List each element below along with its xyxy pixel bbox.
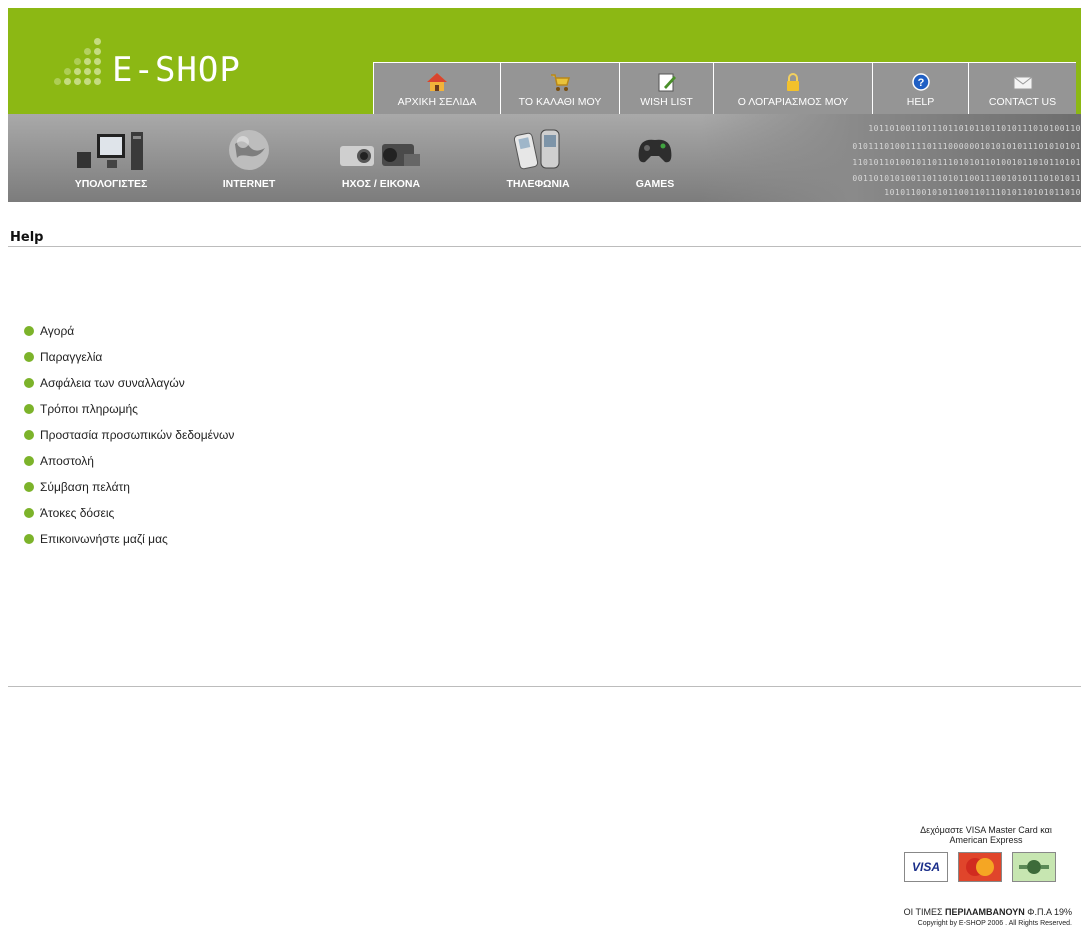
- category-internet[interactable]: INTERNET: [204, 114, 294, 202]
- help-topic-label: Τρόποι πληρωμής: [40, 402, 138, 416]
- computer-icon: [77, 132, 143, 170]
- nav-cart-label: ΤΟ ΚΑΛΑΘΙ ΜΟΥ: [518, 96, 602, 108]
- nav-help-label: HELP: [906, 96, 935, 108]
- category-bar: 1011010011011101101011011010111010100110…: [8, 114, 1081, 202]
- help-topic-item[interactable]: Αποστολή: [24, 448, 234, 474]
- category-telephony[interactable]: ΤΗΛΕΦΩΝΙΑ: [488, 114, 588, 202]
- nav-home[interactable]: ΑΡΧΙΚΗ ΣΕΛΙΔΑ: [373, 62, 500, 114]
- phone-icon: [513, 129, 560, 170]
- camera-icon: [340, 144, 420, 166]
- bullet-icon: [24, 352, 34, 362]
- help-topic-label: Ασφάλεια των συναλλαγών: [40, 376, 185, 390]
- help-icon: ?: [911, 73, 930, 91]
- payment-line-2: American Express: [949, 835, 1023, 845]
- envelope-icon: [1013, 76, 1032, 90]
- category-sound-image-label: ΗΧΟΣ / ΕΙΚΟΝΑ: [341, 178, 421, 190]
- help-topic-label: Αποστολή: [40, 454, 94, 468]
- nav-wishlist[interactable]: WISH LIST: [619, 62, 713, 114]
- help-topic-label: Άτοκες δόσεις: [40, 506, 115, 520]
- home-icon: [427, 73, 447, 91]
- nav-wishlist-label: WISH LIST: [640, 96, 693, 108]
- bullet-icon: [24, 326, 34, 336]
- help-topic-item[interactable]: Σύμβαση πελάτη: [24, 474, 234, 500]
- logo-dots-icon: [52, 36, 112, 106]
- help-topic-item[interactable]: Παραγγελία: [24, 344, 234, 370]
- american-express-icon: [1012, 852, 1056, 882]
- help-topics-list: Αγορά Παραγγελία Ασφάλεια των συναλλαγών…: [24, 318, 234, 552]
- nav-contact-label: CONTACT US: [988, 96, 1057, 108]
- gamepad-icon: [638, 139, 672, 163]
- globe-icon: [229, 130, 269, 170]
- binary-keyboard-graphic: 1011010011011101101011011010111010100110…: [701, 114, 1081, 202]
- category-internet-label: INTERNET: [222, 178, 276, 190]
- vat-notice-bold: ΠΕΡΙΛΑΜΒΑΝΟΥΝ: [945, 907, 1025, 917]
- nav-cart[interactable]: ΤΟ ΚΑΛΑΘΙ ΜΟΥ: [500, 62, 619, 114]
- copyright-text: Copyright by E-SHOP 2006 . All Rights Re…: [917, 920, 1072, 927]
- payment-line-1: Δεχόμαστε VISA Master Card και: [920, 825, 1052, 835]
- visa-card-icon: VISA: [904, 852, 948, 882]
- page-title: Help: [10, 230, 44, 245]
- content-divider: [8, 686, 1081, 687]
- vat-notice-suffix: Φ.Π.Α 19%: [1024, 907, 1072, 917]
- bullet-icon: [24, 430, 34, 440]
- nav-account[interactable]: Ο ΛΟΓΑΡΙΑΣΜΟΣ ΜΟΥ: [713, 62, 872, 114]
- bullet-icon: [24, 456, 34, 466]
- nav-help[interactable]: ? HELP: [872, 62, 968, 114]
- category-games[interactable]: GAMES: [620, 114, 690, 202]
- vat-notice: ΟΙ ΤΙΜΕΣ ΠΕΡΙΛΑΜΒΑΝΟΥΝ Φ.Π.Α 19%: [904, 907, 1072, 917]
- category-games-label: GAMES: [635, 178, 675, 190]
- category-computers-label: ΥΠΟΛΟΓΙΣΤΕΣ: [74, 178, 148, 190]
- help-topic-label: Σύμβαση πελάτη: [40, 480, 130, 494]
- category-computers[interactable]: ΥΠΟΛΟΓΙΣΤΕΣ: [56, 114, 166, 202]
- amex-logo-icon: [1013, 853, 1055, 881]
- help-topic-label: Επικοινωνήστε μαζί μας: [40, 532, 168, 546]
- vat-notice-prefix: ΟΙ ΤΙΜΕΣ: [903, 907, 946, 917]
- bullet-icon: [24, 534, 34, 544]
- payment-cards: VISA: [904, 852, 1056, 882]
- pencil-note-icon: [658, 73, 676, 92]
- lock-icon: [787, 73, 799, 91]
- top-navigation: ΑΡΧΙΚΗ ΣΕΛΙΔΑ ΤΟ ΚΑΛΑΘΙ ΜΟΥ WISH LIST Ο …: [373, 62, 1076, 114]
- bullet-icon: [24, 378, 34, 388]
- help-topic-item[interactable]: Ασφάλεια των συναλλαγών: [24, 370, 234, 396]
- nav-home-label: ΑΡΧΙΚΗ ΣΕΛΙΔΑ: [397, 96, 477, 108]
- bullet-icon: [24, 482, 34, 492]
- mastercard-icon: [958, 852, 1002, 882]
- help-topic-item[interactable]: Προστασία προσωπικών δεδομένων: [24, 422, 234, 448]
- svg-text:?: ?: [917, 77, 924, 89]
- header-bar: E-SHOP ΑΡΧΙΚΗ ΣΕΛΙΔΑ ΤΟ ΚΑΛΑΘΙ ΜΟΥ WISH …: [8, 8, 1081, 114]
- cart-icon: [551, 74, 570, 91]
- site-logo[interactable]: E-SHOP: [52, 36, 282, 106]
- help-topic-label: Παραγγελία: [40, 350, 103, 364]
- nav-contact[interactable]: CONTACT US: [968, 62, 1076, 114]
- mastercard-logo-icon: [959, 853, 1001, 881]
- title-divider: [8, 246, 1081, 247]
- category-telephony-label: ΤΗΛΕΦΩΝΙΑ: [506, 178, 570, 190]
- help-topic-label: Προστασία προσωπικών δεδομένων: [40, 428, 235, 442]
- help-topic-item[interactable]: Αγορά: [24, 318, 234, 344]
- payment-info: Δεχόμαστε VISA Master Card και American …: [896, 825, 1076, 845]
- bullet-icon: [24, 508, 34, 518]
- help-topic-item[interactable]: Άτοκες δόσεις: [24, 500, 234, 526]
- help-topic-label: Αγορά: [40, 324, 75, 338]
- bullet-icon: [24, 404, 34, 414]
- help-topic-item[interactable]: Τρόποι πληρωμής: [24, 396, 234, 422]
- nav-account-label: Ο ΛΟΓΑΡΙΑΣΜΟΣ ΜΟΥ: [737, 96, 849, 108]
- visa-card-label: VISA: [911, 860, 940, 874]
- logo-text: E-SHOP: [112, 50, 241, 90]
- category-sound-image[interactable]: ΗΧΟΣ / ΕΙΚΟΝΑ: [326, 114, 436, 202]
- help-topic-item[interactable]: Επικοινωνήστε μαζί μας: [24, 526, 234, 552]
